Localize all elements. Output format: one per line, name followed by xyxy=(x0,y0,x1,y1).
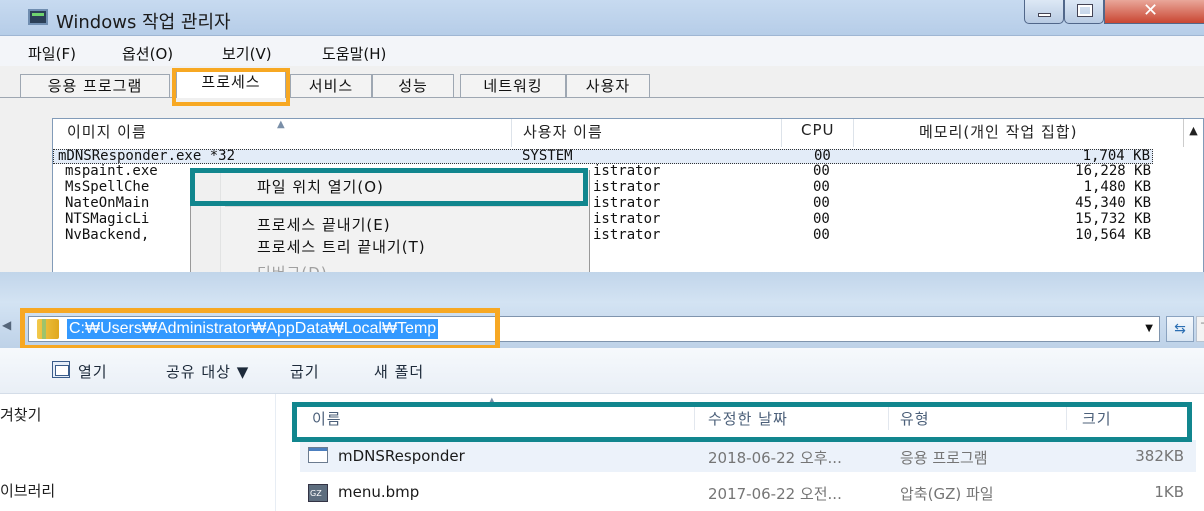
process-user: istrator xyxy=(593,163,661,179)
process-memory: 1,480 KB xyxy=(1083,179,1151,195)
file-row-highlight xyxy=(292,402,1192,442)
tab-performance[interactable]: 성능 xyxy=(372,74,454,97)
column-divider[interactable] xyxy=(781,119,782,147)
process-row[interactable]: mDNSResponder.exe *32 SYSTEM 00 1,704 KB xyxy=(53,148,1153,164)
process-cpu: 00 xyxy=(813,163,830,179)
close-icon: ✕ xyxy=(1143,0,1159,21)
burn-button[interactable]: 굽기 xyxy=(290,361,320,382)
process-name: mDNSResponder.exe *32 xyxy=(58,148,236,164)
file-type: 압축(GZ) 파일 xyxy=(900,485,994,503)
menu-bar: 파일(F) 옵션(O) 보기(V) 도움말(H) xyxy=(0,36,1204,66)
file-row[interactable]: mDNSResponder 2018-06-22 오후... 응용 프로그램 3… xyxy=(300,440,1196,472)
col-image-name[interactable]: 이미지 이름 xyxy=(67,121,147,142)
process-name: NTSMagicLi xyxy=(65,211,150,227)
navigation-pane: 겨찾기 이브러리 xyxy=(0,394,276,511)
back-arrow-icon[interactable]: ◀ xyxy=(2,318,11,332)
menu-file[interactable]: 파일(F) xyxy=(28,43,76,64)
file-name: mDNSResponder xyxy=(338,447,465,465)
open-file-location-highlight xyxy=(190,168,588,206)
task-manager-icon xyxy=(28,9,48,25)
process-memory: 1,704 KB xyxy=(1082,148,1150,164)
file-size: 1KB xyxy=(1154,483,1184,501)
process-memory: 10,564 KB xyxy=(1075,227,1151,243)
file-date: 2017-06-22 오전... xyxy=(708,485,842,503)
title-bar[interactable]: Windows 작업 관리자 ✕ xyxy=(0,0,1204,36)
tab-users[interactable]: 사용자 xyxy=(566,74,650,97)
file-size: 382KB xyxy=(1135,447,1184,465)
maximize-button[interactable] xyxy=(1064,0,1104,24)
application-icon xyxy=(308,447,328,463)
nav-libraries[interactable]: 이브러리 xyxy=(0,480,55,501)
process-user: istrator xyxy=(593,227,661,243)
process-cpu: 00 xyxy=(813,195,830,211)
file-row[interactable]: menu.bmp 2017-06-22 오전... 압축(GZ) 파일 1KB xyxy=(300,476,1196,508)
processes-panel: ▲ 이미지 이름 사용자 이름 CPU 메모리(개인 작업 집합) ▲ mDNS… xyxy=(0,98,1204,272)
process-name: mspaint.exe xyxy=(65,163,158,179)
search-input[interactable]: T xyxy=(1196,316,1204,342)
refresh-icon: ⇆ xyxy=(1174,321,1186,337)
window-title: Windows 작업 관리자 xyxy=(56,12,231,33)
col-cpu[interactable]: CPU xyxy=(801,121,835,139)
col-user-name[interactable]: 사용자 이름 xyxy=(523,121,603,142)
process-memory: 16,228 KB xyxy=(1075,163,1151,179)
processes-tab-highlight xyxy=(172,68,290,106)
minimize-icon xyxy=(1038,13,1051,17)
tab-applications[interactable]: 응용 프로그램 xyxy=(20,74,170,97)
maximize-icon xyxy=(1077,4,1093,17)
menu-view[interactable]: 보기(V) xyxy=(222,43,272,64)
sort-ascending-icon: ▲ xyxy=(277,119,285,130)
scroll-up-button[interactable]: ▲ xyxy=(1183,119,1203,147)
process-memory: 15,732 KB xyxy=(1075,211,1151,227)
refresh-button[interactable]: ⇆ xyxy=(1166,316,1194,342)
archive-icon xyxy=(308,484,328,502)
address-highlight xyxy=(20,308,500,350)
menu-end-process[interactable]: 프로세스 끝내기(E) xyxy=(257,214,391,235)
minimize-button[interactable] xyxy=(1024,0,1064,24)
file-name: menu.bmp xyxy=(338,483,420,501)
process-user: istrator xyxy=(593,211,661,227)
col-memory[interactable]: 메모리(개인 작업 집합) xyxy=(919,121,1077,142)
menu-debug[interactable]: 디버그(D) xyxy=(257,262,328,272)
nav-favorites[interactable]: 겨찾기 xyxy=(0,404,41,425)
process-cpu: 00 xyxy=(814,148,831,164)
menu-end-process-tree[interactable]: 프로세스 트리 끝내기(T) xyxy=(257,236,426,257)
explorer-window: ◀ C:₩Users₩Administrator₩AppData₩Local₩T… xyxy=(0,272,1204,511)
menu-options[interactable]: 옵션(O) xyxy=(122,43,173,64)
tab-networking[interactable]: 네트워킹 xyxy=(460,74,566,97)
process-name: NateOnMain xyxy=(65,195,150,211)
open-icon xyxy=(52,361,70,378)
chevron-down-icon[interactable]: ▼ xyxy=(1145,323,1153,334)
close-button[interactable]: ✕ xyxy=(1104,0,1204,24)
column-divider[interactable] xyxy=(853,119,854,147)
menu-help[interactable]: 도움말(H) xyxy=(322,43,386,64)
open-button[interactable]: 열기 xyxy=(78,361,108,382)
process-user: SYSTEM xyxy=(522,148,573,164)
process-cpu: 00 xyxy=(813,211,830,227)
process-name: NvBackend, xyxy=(65,227,150,243)
menu-separator xyxy=(225,206,580,207)
task-manager-window: Windows 작업 관리자 ✕ 파일(F) 옵션(O) 보기(V) 도움말(H… xyxy=(0,0,1204,272)
tab-services[interactable]: 서비스 xyxy=(290,74,372,97)
process-name: MsSpellChe xyxy=(65,179,150,195)
command-bar: 열기 공유 대상 ▼ 굽기 새 폴더 xyxy=(0,348,1204,394)
process-cpu: 00 xyxy=(813,227,830,243)
process-user: istrator xyxy=(593,179,661,195)
column-divider[interactable] xyxy=(511,119,512,147)
process-memory: 45,340 KB xyxy=(1075,195,1151,211)
share-with-button[interactable]: 공유 대상 ▼ xyxy=(166,361,249,382)
process-cpu: 00 xyxy=(813,179,830,195)
new-folder-button[interactable]: 새 폴더 xyxy=(374,361,424,382)
file-date: 2018-06-22 오후... xyxy=(708,449,842,467)
file-type: 응용 프로그램 xyxy=(900,449,988,467)
process-user: istrator xyxy=(593,195,661,211)
